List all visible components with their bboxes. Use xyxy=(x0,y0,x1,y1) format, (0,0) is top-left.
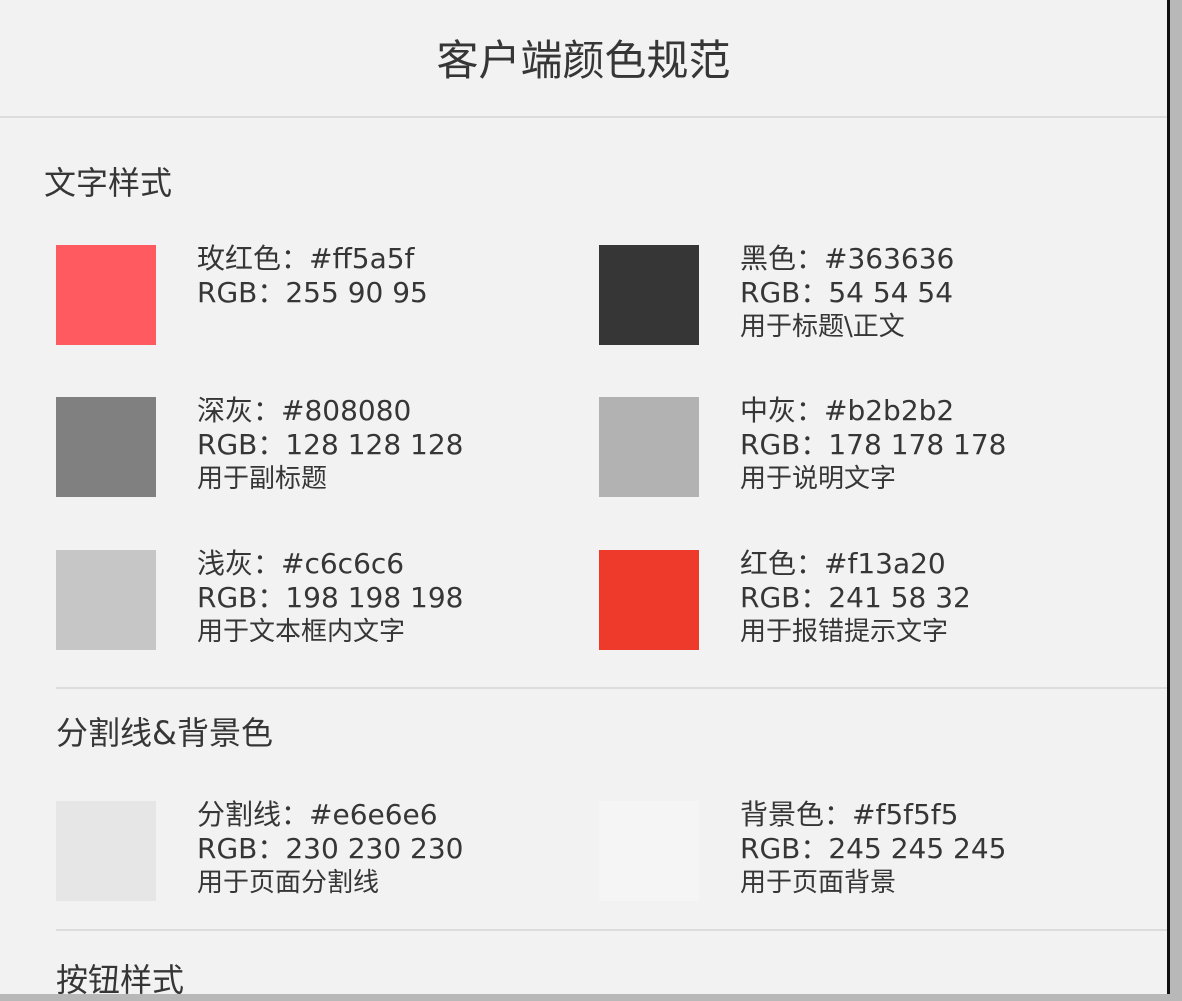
color-rgb: RGB：230 230 230 xyxy=(197,832,464,865)
color-item: 深灰：#808080 RGB：128 128 128 用于副标题 xyxy=(56,394,464,497)
color-name: 黑色：#363636 xyxy=(740,242,955,275)
color-spec-page: 客户端颜色规范 文字样式 分割线&背景色 按钮样式 玫红色：#ff5a5f RG… xyxy=(0,0,1170,999)
color-item: 红色：#f13a20 RGB：241 58 32 用于报错提示文字 xyxy=(599,547,971,650)
color-swatch xyxy=(599,245,699,345)
color-rgb: RGB：128 128 128 xyxy=(197,428,464,461)
color-swatch xyxy=(599,801,699,901)
color-item: 黑色：#363636 RGB：54 54 54 用于标题\正文 xyxy=(599,242,955,345)
section-button-styles: 按钮样式 xyxy=(56,961,185,999)
color-item: 中灰：#b2b2b2 RGB：178 178 178 用于说明文字 xyxy=(599,394,1007,497)
color-rgb: RGB：178 178 178 xyxy=(740,428,1007,461)
color-name: 浅灰：#c6c6c6 xyxy=(197,547,405,580)
color-item: 分割线：#e6e6e6 RGB：230 230 230 用于页面分割线 xyxy=(56,798,464,901)
color-rgb: RGB：54 54 54 xyxy=(740,276,954,309)
divider xyxy=(56,687,1167,689)
color-name: 中灰：#b2b2b2 xyxy=(740,394,955,427)
color-usage: 用于页面背景 xyxy=(740,868,897,898)
section-divider-bg: 分割线&背景色 xyxy=(56,714,273,752)
color-rgb: RGB：241 58 32 xyxy=(740,581,971,614)
color-swatch xyxy=(56,550,156,650)
color-name: 深灰：#808080 xyxy=(197,394,412,427)
color-name: 玫红色：#ff5a5f xyxy=(197,242,415,275)
color-usage: 用于副标题 xyxy=(197,464,328,494)
color-swatch xyxy=(56,801,156,901)
color-usage: 用于报错提示文字 xyxy=(740,617,949,647)
color-name: 分割线：#e6e6e6 xyxy=(197,798,438,831)
color-usage: 用于文本框内文字 xyxy=(197,617,406,647)
color-usage: 用于标题\正文 xyxy=(740,312,905,342)
color-rgb: RGB：198 198 198 xyxy=(197,581,464,614)
color-item: 玫红色：#ff5a5f RGB：255 90 95 xyxy=(56,242,428,345)
color-usage: 用于说明文字 xyxy=(740,464,897,494)
color-usage: 用于页面分割线 xyxy=(197,868,380,898)
color-swatch xyxy=(56,397,156,497)
color-rgb: RGB：255 90 95 xyxy=(197,276,428,309)
color-name: 背景色：#f5f5f5 xyxy=(740,798,959,831)
color-name: 红色：#f13a20 xyxy=(740,547,946,580)
color-item: 浅灰：#c6c6c6 RGB：198 198 198 用于文本框内文字 xyxy=(56,547,464,650)
color-swatch xyxy=(599,397,699,497)
section-text-styles: 文字样式 xyxy=(44,164,173,202)
color-item: 背景色：#f5f5f5 RGB：245 245 245 用于页面背景 xyxy=(599,798,1007,901)
color-rgb: RGB：245 245 245 xyxy=(740,832,1007,865)
page-title: 客户端颜色规范 xyxy=(0,0,1167,118)
color-swatch xyxy=(56,245,156,345)
divider xyxy=(56,929,1167,931)
color-swatch xyxy=(599,550,699,650)
